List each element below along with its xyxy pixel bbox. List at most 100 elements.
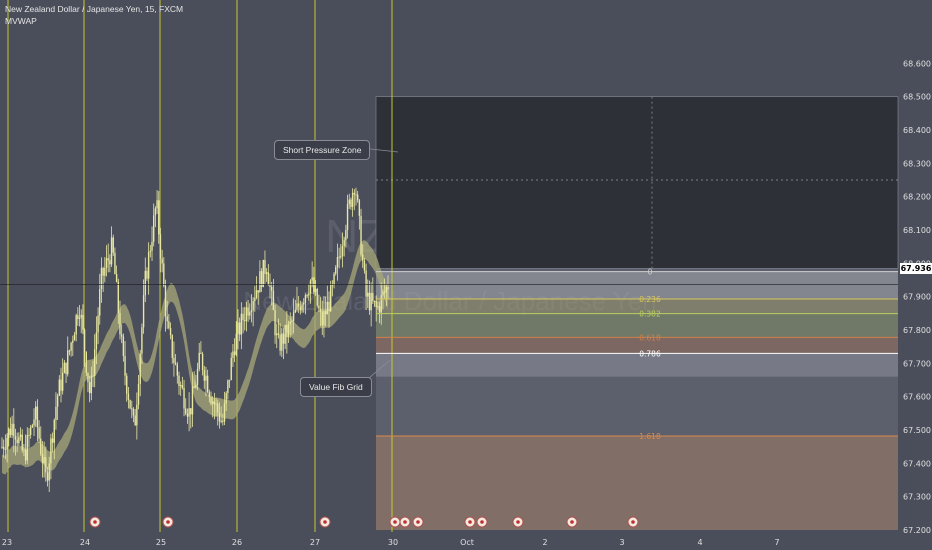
- candle-body: [105, 258, 108, 268]
- fib-extension-band: [376, 436, 898, 530]
- candle-body: [304, 295, 307, 303]
- candle-body: [205, 375, 207, 381]
- short-pressure-zone: [375, 96, 899, 269]
- candle-body: [56, 395, 59, 407]
- candle-body: [33, 419, 35, 426]
- indicator-label[interactable]: MVWAP: [5, 16, 37, 26]
- candle-body: [343, 240, 345, 247]
- candle-body: [373, 300, 376, 302]
- candle-body: [235, 333, 237, 355]
- fib-level-label: 0.618: [639, 333, 661, 342]
- candle-body: [218, 412, 221, 422]
- candle-body: [51, 438, 54, 443]
- candle-body: [377, 306, 379, 308]
- y-tick-label: 67.200: [903, 526, 931, 535]
- event-marker-dot: [631, 520, 635, 524]
- candle-body: [385, 286, 388, 293]
- y-tick-label: 68.500: [903, 93, 931, 102]
- candle-body: [303, 302, 305, 305]
- candle-body: [350, 199, 352, 207]
- candle-body: [87, 372, 89, 383]
- candle-body: [211, 401, 214, 404]
- candle-body: [90, 375, 93, 394]
- x-tick-label: 26: [232, 538, 242, 547]
- x-tick-label: 24: [80, 538, 90, 547]
- candle-body: [166, 316, 168, 322]
- candle-body: [284, 324, 286, 344]
- y-tick-label: 68.600: [903, 59, 931, 68]
- candle-body: [264, 259, 266, 274]
- candle-body: [351, 192, 354, 207]
- candle-body: [174, 363, 177, 365]
- candle-body: [115, 274, 118, 282]
- fib-level-label: 0.236: [639, 295, 661, 304]
- candle-body: [276, 333, 278, 336]
- candle-body: [286, 324, 288, 338]
- candle-body: [55, 406, 57, 420]
- candle-body: [24, 449, 27, 461]
- candle-body: [210, 396, 212, 404]
- short-pressure-callout[interactable]: Short Pressure Zone: [274, 140, 371, 160]
- candle-body: [156, 200, 158, 209]
- candle-body: [201, 353, 204, 371]
- candle-body: [99, 289, 101, 316]
- candle-body: [154, 208, 157, 216]
- candle-body: [301, 304, 303, 311]
- candle-body: [92, 375, 94, 377]
- candle-body: [26, 435, 28, 461]
- candle-body: [147, 252, 150, 279]
- candle-body: [114, 252, 116, 275]
- candle-body: [18, 436, 20, 444]
- candle-body: [247, 307, 249, 316]
- value-fib-callout[interactable]: Value Fib Grid: [300, 377, 372, 397]
- x-tick-label: 7: [774, 538, 779, 547]
- candle-body: [126, 375, 128, 394]
- candle-body: [223, 403, 226, 422]
- candle-body: [146, 270, 148, 279]
- candle-body: [142, 295, 145, 328]
- candle-body: [6, 438, 8, 450]
- candle-body: [41, 453, 44, 464]
- candle-body: [282, 333, 285, 344]
- candle-body: [110, 237, 113, 265]
- symbol-title: New Zealand Dollar / Japanese Yen, 15, F…: [5, 4, 184, 14]
- candle-body: [195, 385, 197, 388]
- candle-body: [274, 310, 276, 336]
- candle-body: [213, 401, 216, 405]
- candle-body: [58, 379, 61, 396]
- candle-body: [1, 446, 3, 448]
- candle-body: [233, 351, 236, 355]
- x-tick-label: Oct: [460, 538, 474, 547]
- candle-body: [120, 334, 123, 337]
- candle-body: [29, 427, 32, 435]
- candle-body: [102, 267, 104, 276]
- candle-body: [14, 436, 17, 440]
- event-marker-dot: [468, 520, 472, 524]
- candle-body: [270, 286, 273, 291]
- candle-body: [85, 352, 87, 373]
- event-marker-dot: [516, 520, 520, 524]
- candle-body: [257, 290, 259, 293]
- candle-body: [383, 291, 386, 293]
- candle-body: [179, 385, 182, 387]
- candle-body: [73, 334, 76, 341]
- candle-body: [356, 194, 359, 201]
- candle-body: [38, 427, 40, 439]
- fib-band: [376, 313, 898, 338]
- candle-body: [362, 254, 364, 261]
- candle-body: [8, 428, 10, 439]
- price-chart[interactable]: NZDJPY, 15 New Zealand Dollar / Japanese…: [0, 0, 932, 550]
- candle-body: [348, 199, 350, 205]
- candle-body: [163, 263, 165, 286]
- candle-body: [11, 423, 13, 436]
- candle-body: [346, 204, 349, 230]
- candle-body: [127, 393, 130, 401]
- candle-body: [171, 335, 173, 358]
- candle-body: [296, 303, 298, 310]
- fib-level-label: 0.382: [639, 310, 661, 319]
- event-marker-dot: [166, 520, 170, 524]
- candle-body: [100, 267, 103, 290]
- y-tick-label: 67.600: [903, 393, 931, 402]
- candle-body: [368, 292, 371, 311]
- candle-body: [129, 400, 131, 409]
